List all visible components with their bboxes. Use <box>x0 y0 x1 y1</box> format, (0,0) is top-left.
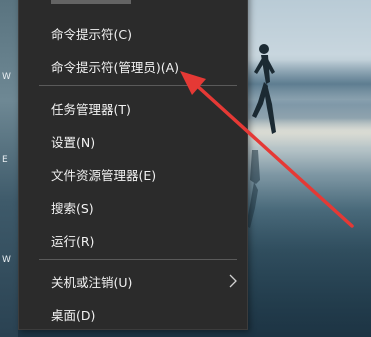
menu-item-label: 任务管理器(T) <box>51 101 131 117</box>
menu-item-shutdown[interactable]: 关机或注销(U) <box>19 266 247 296</box>
menu-item-file-explorer[interactable]: 文件资源管理器(E) <box>19 159 247 189</box>
menu-item-command-prompt[interactable]: 命令提示符(C) <box>19 18 247 48</box>
menu-item-settings[interactable]: 设置(N) <box>19 126 247 156</box>
chevron-right-icon <box>229 274 237 288</box>
menu-item-task-manager[interactable]: 任务管理器(T) <box>19 93 247 123</box>
menu-item-label: 命令提示符(C) <box>51 26 132 42</box>
menu-separator <box>39 259 237 260</box>
menu-separator <box>39 85 237 86</box>
menu-item-command-prompt-admin[interactable]: 命令提示符(管理员)(A) <box>19 51 247 81</box>
menu-item-desktop[interactable]: 桌面(D) <box>19 299 247 329</box>
desktop-icon-label[interactable]: E <box>2 155 8 165</box>
runner-silhouette <box>252 44 276 134</box>
menu-item-label: 桌面(D) <box>51 307 96 323</box>
menu-item-label: 命令提示符(管理员)(A) <box>51 59 180 75</box>
desktop-icon-label[interactable]: W <box>2 255 11 265</box>
menu-item-label: 搜索(S) <box>51 200 94 216</box>
menu-item-label: 文件资源管理器(E) <box>51 167 157 183</box>
menu-item-search[interactable]: 搜索(S) <box>19 192 247 222</box>
desktop-icon-label[interactable]: W <box>2 72 11 82</box>
winx-context-menu: 命令提示符(C) 命令提示符(管理员)(A) 任务管理器(T) 设置(N) 文件… <box>18 0 248 330</box>
menu-item-label: 关机或注销(U) <box>51 274 133 290</box>
menu-item-label: 运行(R) <box>51 233 95 249</box>
menu-item-label: 设置(N) <box>51 134 96 150</box>
menu-item-run[interactable]: 运行(R) <box>19 225 247 255</box>
desktop-left-edge <box>0 0 18 337</box>
